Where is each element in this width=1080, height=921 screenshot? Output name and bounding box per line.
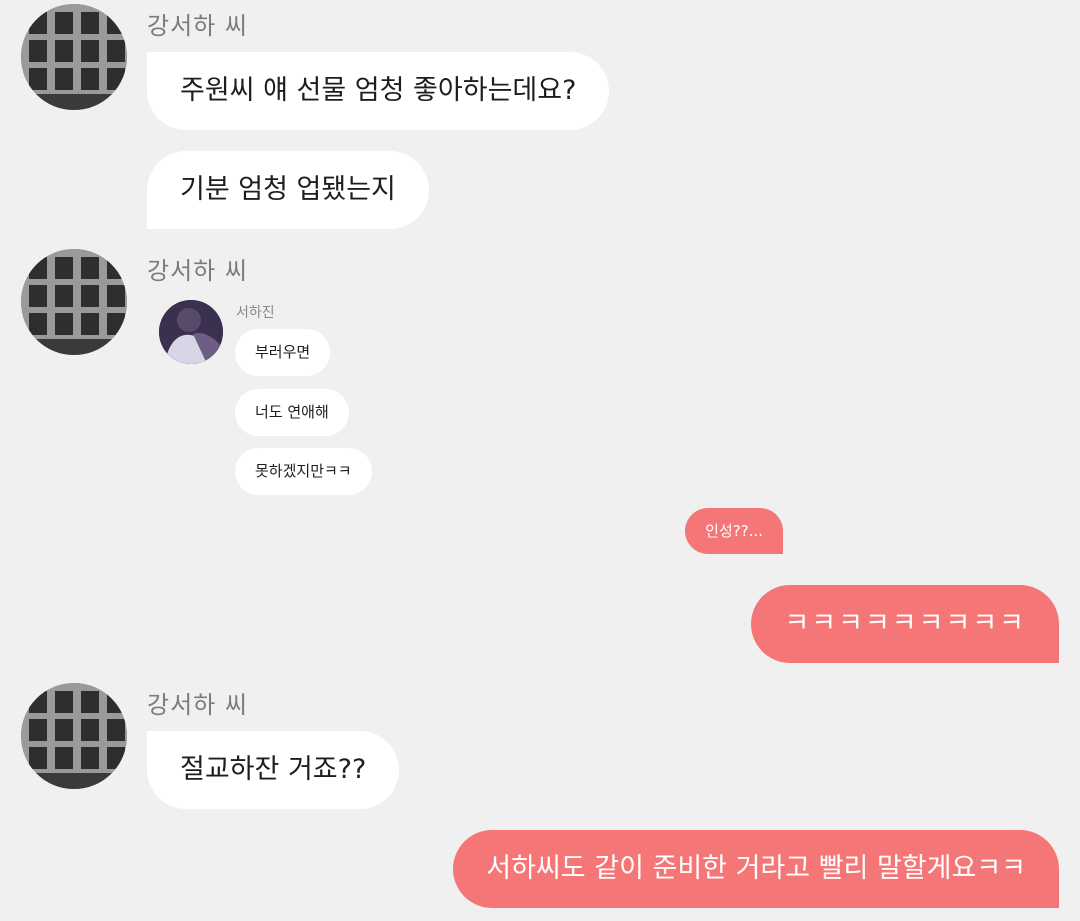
sender-name: 강서하 씨 — [147, 691, 248, 719]
avatar-image-icon — [21, 249, 127, 355]
sender-name: 강서하 씨 — [147, 257, 248, 285]
shared-post-line: 못하겠지만ㅋㅋ — [235, 448, 372, 495]
sender-avatar[interactable] — [21, 249, 127, 355]
shared-post-line: 너도 연애해 — [235, 389, 349, 436]
sender-name: 강서하 씨 — [147, 12, 248, 40]
profile-photo-icon — [159, 300, 223, 364]
sender-avatar[interactable] — [21, 4, 127, 110]
sender-avatar[interactable] — [21, 683, 127, 789]
shared-post-avatar[interactable] — [159, 300, 223, 364]
shared-post-line: 부러우면 — [235, 329, 331, 376]
avatar-image-icon — [21, 683, 127, 789]
outgoing-message-bubble[interactable]: 서하씨도 같이 준비한 거라고 빨리 말할게요ㅋㅋ — [453, 830, 1059, 908]
message-bubble[interactable]: 기분 엄청 업됐는지 — [147, 151, 429, 229]
shared-post-author: 서하진 — [236, 305, 275, 321]
avatar-image-icon — [21, 4, 127, 110]
message-bubble[interactable]: 주원씨 얘 선물 엄청 좋아하는데요? — [147, 52, 610, 130]
message-bubble[interactable]: 절교하잔 거죠?? — [147, 731, 400, 809]
outgoing-message-bubble[interactable]: 인성??... — [685, 508, 783, 554]
outgoing-message-bubble[interactable]: ㅋㅋㅋㅋㅋㅋㅋㅋㅋ — [751, 585, 1059, 663]
